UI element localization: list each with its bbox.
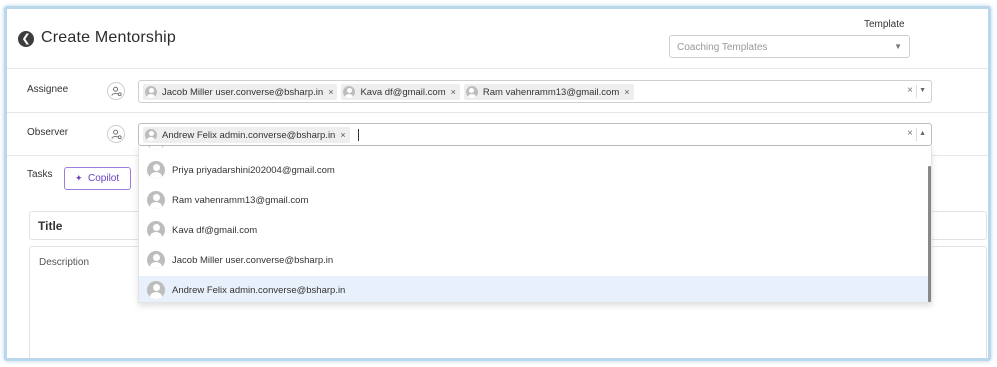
task-description-label: Description	[39, 257, 90, 268]
select-separator	[916, 85, 917, 98]
remove-chip-icon[interactable]: ×	[340, 130, 345, 140]
chip-label: Jacob Miller user.converse@bsharp.in	[162, 86, 324, 98]
user-avatar-icon	[145, 86, 157, 98]
user-avatar-icon	[343, 86, 356, 98]
observer-chips: Andrew Felix admin.converse@bsharp.in ×	[143, 127, 359, 143]
back-arrow-icon: ❮	[21, 33, 31, 45]
dropdown-option-label: Ram vahenramm13@gmail.com	[172, 195, 309, 206]
chip-label: Kava df@gmail.com	[360, 86, 446, 98]
observer-user-settings-button[interactable]	[107, 125, 125, 143]
select-separator	[916, 128, 917, 141]
chevron-down-icon[interactable]: ▼	[919, 87, 926, 94]
dropdown-option-label: Jacob Miller user.converse@bsharp.in	[172, 255, 334, 266]
chip-label: Ram vahenramm13@gmail.com	[482, 86, 620, 98]
user-avatar-icon	[465, 86, 478, 98]
sparkle-icon: ✦	[75, 173, 83, 183]
remove-chip-icon[interactable]: ×	[328, 87, 333, 97]
selected-user-chip: Jacob Miller user.converse@bsharp.in ×	[143, 84, 338, 100]
remove-chip-icon[interactable]: ×	[451, 87, 456, 97]
assignee-user-settings-button[interactable]	[107, 82, 125, 100]
assignee-label: Assignee	[27, 84, 69, 95]
user-avatar-icon	[147, 161, 165, 179]
dropdown-option[interactable]: Priya priyadarshini202004@gmail.com	[139, 156, 929, 185]
observer-label: Observer	[27, 127, 69, 138]
user-settings-icon	[111, 129, 122, 140]
tasks-label: Tasks	[27, 169, 53, 180]
dropdown-option[interactable]: Andrew Felix admin.converse@bsharp.in	[139, 276, 929, 302]
divider	[7, 112, 988, 113]
user-avatar-icon	[147, 251, 165, 269]
selected-user-chip: Kava df@gmail.com ×	[341, 84, 460, 100]
remove-chip-icon[interactable]: ×	[624, 87, 629, 97]
close-icon[interactable]: ×	[907, 85, 913, 96]
user-avatar-icon	[147, 221, 165, 239]
assignee-select[interactable]: Jacob Miller user.converse@bsharp.in × Kav…	[138, 80, 932, 103]
selected-user-chip: Andrew Felix admin.converse@bsharp.in ×	[143, 127, 350, 143]
close-icon[interactable]: ×	[907, 128, 913, 139]
copilot-button[interactable]: ✦ Copilot	[64, 167, 131, 190]
template-placeholder: Coaching Templates	[677, 42, 768, 53]
page-title: Create Mentorship	[41, 29, 177, 46]
dropdown-option-label: Andrew Felix admin.converse@bsharp.in	[172, 285, 346, 296]
chevron-up-icon[interactable]: ▲	[919, 130, 926, 137]
assignee-chips: Jacob Miller user.converse@bsharp.in × Kav…	[143, 84, 634, 100]
chevron-down-icon: ▼	[894, 42, 902, 51]
user-avatar-icon	[147, 146, 165, 150]
chip-label: Andrew Felix admin.converse@bsharp.in	[162, 129, 336, 141]
page-header: ❮ Create Mentorship Template Coaching Te…	[7, 9, 988, 69]
dropdown-option-partial[interactable]	[139, 146, 929, 156]
app-window: ❮ Create Mentorship Template Coaching Te…	[4, 6, 991, 361]
observer-select[interactable]: Andrew Felix admin.converse@bsharp.in × ×…	[138, 123, 932, 146]
dropdown-scrollbar[interactable]	[928, 166, 931, 302]
task-title-label: Title	[38, 219, 63, 233]
text-cursor	[357, 129, 359, 141]
dropdown-option[interactable]: Kava df@gmail.com	[139, 216, 929, 245]
dropdown-option-label: Priya priyadarshini202004@gmail.com	[172, 165, 335, 176]
user-avatar-icon	[145, 129, 157, 141]
user-avatar-icon	[147, 281, 165, 299]
dropdown-option-label: Kava df@gmail.com	[172, 225, 258, 236]
selected-user-chip: Ram vahenramm13@gmail.com ×	[463, 84, 634, 100]
template-select[interactable]: Coaching Templates ▼	[669, 35, 910, 58]
observer-dropdown-menu: Priya priyadarshini202004@gmail.com Ram v…	[138, 146, 932, 303]
user-settings-icon	[111, 86, 122, 97]
template-label: Template	[864, 19, 905, 30]
user-avatar-icon	[147, 191, 165, 209]
dropdown-option[interactable]: Ram vahenramm13@gmail.com	[139, 186, 929, 215]
back-button[interactable]: ❮	[18, 31, 34, 47]
dropdown-option[interactable]: Jacob Miller user.converse@bsharp.in	[139, 246, 929, 275]
copilot-label: Copilot	[88, 173, 120, 184]
